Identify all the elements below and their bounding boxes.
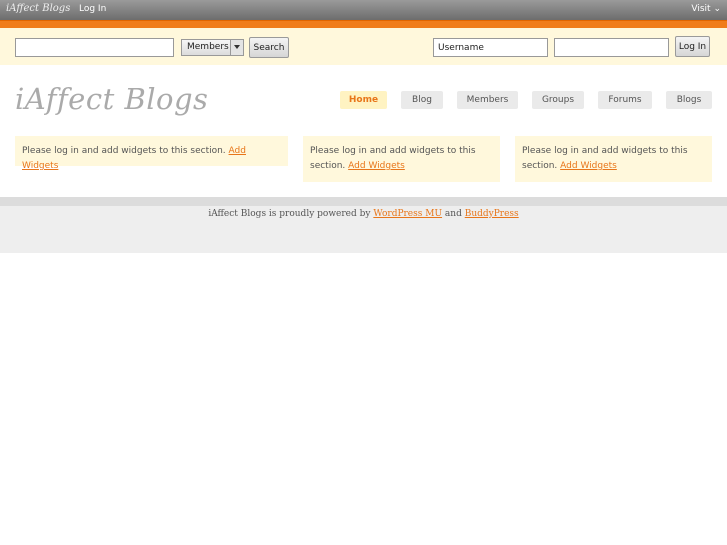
site-logo[interactable]: iAffect Blogs — [15, 82, 208, 116]
buddypress-link[interactable]: BuddyPress — [465, 209, 519, 219]
footer: iAffect Blogs is proudly powered by Word… — [0, 197, 727, 253]
footer-and-text: and — [444, 209, 462, 219]
admin-bar: iAffect Blogs Log In Visit ⌄ — [0, 0, 727, 20]
dropdown-arrow-icon — [230, 40, 243, 55]
widget-area-center: Please log in and add widgets to this se… — [303, 136, 500, 182]
footer-divider — [0, 197, 727, 206]
admin-bar-visit-menu[interactable]: Visit ⌄ — [691, 4, 721, 14]
search-type-value: Members — [187, 42, 229, 52]
login-button[interactable]: Log In — [675, 36, 710, 57]
nav-tab-home[interactable]: Home — [340, 91, 387, 109]
widget-area-left: Please log in and add widgets to this se… — [15, 136, 288, 171]
search-button[interactable]: Search — [249, 37, 289, 58]
widget-area-right: Please log in and add widgets to this se… — [515, 136, 712, 182]
footer-credits: iAffect Blogs is proudly powered by Word… — [0, 209, 727, 219]
visit-label: Visit — [691, 4, 711, 14]
nav-tab-groups[interactable]: Groups — [532, 91, 584, 109]
add-widgets-link[interactable]: Add Widgets — [560, 161, 617, 171]
footer-credit-text: iAffect Blogs is proudly powered by — [208, 209, 371, 219]
admin-bar-brand[interactable]: iAffect Blogs — [6, 3, 70, 14]
username-field[interactable] — [433, 38, 548, 57]
search-type-select[interactable]: Members — [181, 39, 244, 56]
nav-tab-blog[interactable]: Blog — [401, 91, 443, 109]
wordpress-mu-link[interactable]: WordPress MU — [373, 209, 442, 219]
add-widgets-link[interactable]: Add Widgets — [348, 161, 405, 171]
nav-tab-members[interactable]: Members — [457, 91, 518, 109]
widget-message: Please log in and add widgets to this se… — [22, 146, 226, 156]
chevron-down-icon: ⌄ — [713, 4, 721, 14]
password-field[interactable] — [554, 38, 669, 57]
search-input[interactable] — [15, 38, 174, 57]
nav-tab-forums[interactable]: Forums — [598, 91, 652, 109]
nav-tab-blogs[interactable]: Blogs — [666, 91, 712, 109]
accent-stripe — [0, 20, 727, 28]
admin-bar-login-link[interactable]: Log In — [79, 4, 106, 14]
